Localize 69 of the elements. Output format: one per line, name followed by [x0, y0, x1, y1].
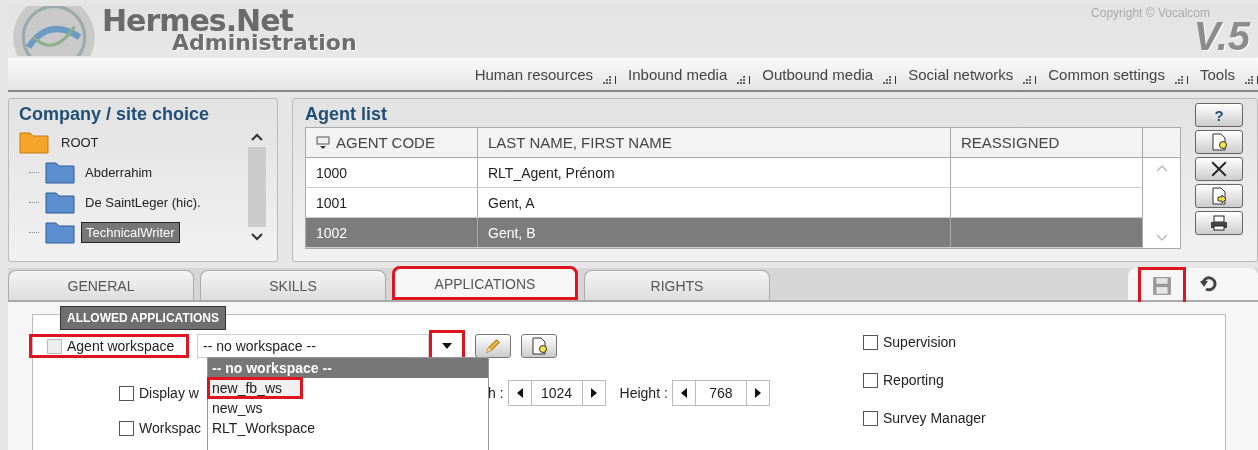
table-row[interactable]: 1000 RLT_Agent, Prénom [306, 158, 1143, 188]
edit-button[interactable] [475, 334, 511, 358]
tab[interactable]: SKILLS [200, 270, 386, 300]
folder-icon [45, 160, 75, 184]
grip-icon [603, 76, 617, 84]
app-subtitle: Administration [172, 32, 357, 54]
checkbox[interactable]: Supervision [863, 331, 986, 353]
dropdown-option[interactable]: new_ws [208, 398, 488, 418]
menu-item[interactable]: Social networks [896, 65, 1024, 83]
print-button[interactable] [1195, 211, 1243, 235]
height-label: Height : [619, 385, 668, 401]
table-cell: RLT_Agent, Prénom [488, 164, 615, 181]
grip-icon [1174, 76, 1188, 84]
checkbox[interactable]: Survey Manager [863, 407, 986, 429]
panel-title: Agent list [305, 103, 387, 126]
menu-item[interactable]: Inbound media [616, 65, 738, 83]
filter-icon [316, 135, 330, 150]
column-header[interactable]: LAST NAME, FIRST NAME [478, 128, 951, 157]
export-button[interactable] [1195, 184, 1243, 208]
caret-icon [442, 343, 452, 349]
table-row[interactable]: 1002 Gent, B [306, 218, 1143, 248]
pencil-icon [484, 337, 502, 355]
width-spinner[interactable]: 1024 [507, 380, 606, 406]
scroll-down-icon[interactable] [251, 233, 263, 241]
column-header[interactable]: REASSIGNED [951, 128, 1143, 157]
menu-item[interactable]: Outbound media [750, 65, 884, 83]
tab[interactable]: APPLICATIONS [392, 266, 578, 300]
grip-icon [1023, 76, 1037, 84]
folder-icon [45, 220, 75, 244]
new-button[interactable] [521, 334, 557, 358]
undo-icon[interactable] [1200, 276, 1218, 292]
scroll-up-icon[interactable] [251, 133, 263, 141]
table-cell: 1001 [316, 194, 348, 211]
tree-item[interactable]: De SaintLeger (hic). [81, 192, 205, 212]
table-cell: 1000 [316, 164, 348, 181]
checkbox[interactable]: Reporting [863, 369, 986, 391]
help-button[interactable]: ? [1195, 103, 1243, 127]
document-arrow-icon [1210, 187, 1228, 205]
table-cell: Gent, B [488, 224, 536, 241]
height-spinner[interactable]: 768 [671, 380, 770, 406]
folder-icon [45, 190, 75, 214]
dropdown-option[interactable]: RLT_Workspace [208, 418, 488, 438]
delete-button[interactable] [1195, 157, 1243, 181]
printer-icon [1210, 214, 1228, 232]
tree-item[interactable]: Abderrahim [81, 162, 157, 182]
close-icon [1210, 160, 1228, 178]
group-title: ALLOWED APPLICATIONS [60, 306, 226, 330]
column-header[interactable]: AGENT CODE [306, 128, 478, 157]
dropdown-option[interactable]: -- no workspace -- [208, 358, 488, 378]
width-label: h : [488, 385, 504, 401]
tab[interactable]: RIGHTS [584, 270, 770, 300]
grip-icon [883, 76, 897, 84]
new-document-icon [1210, 133, 1228, 151]
tree-item[interactable]: TechnicalWriter [81, 221, 180, 243]
panel-title: Company / site choice [19, 103, 210, 126]
menu-item[interactable]: Tools [1187, 65, 1245, 83]
dropdown-option[interactable]: new_fb_ws [208, 378, 302, 398]
tab[interactable]: GENERAL [8, 270, 194, 300]
save-button[interactable] [1138, 267, 1186, 305]
grip-icon [737, 76, 751, 84]
folder-icon [19, 130, 49, 154]
table-cell: 1002 [316, 224, 348, 241]
table-cell: Gent, A [488, 194, 535, 211]
menu-item[interactable]: Human resources [462, 65, 604, 83]
tree-item[interactable]: ROOT [57, 132, 103, 152]
new-button[interactable] [1195, 130, 1243, 154]
grip-icon [1245, 76, 1258, 84]
menu-item[interactable]: Common settings [1036, 65, 1175, 83]
new-document-icon [530, 337, 548, 355]
